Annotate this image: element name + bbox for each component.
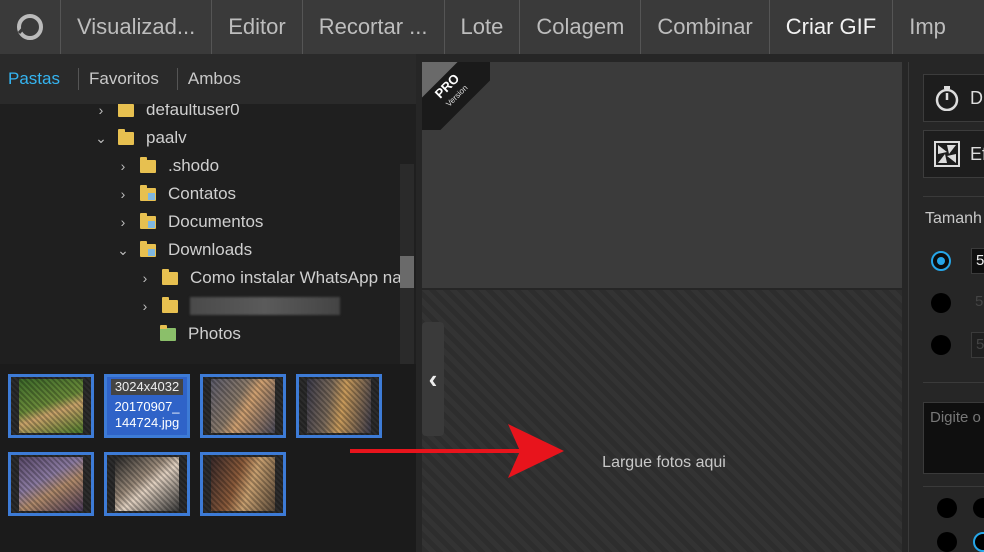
caption-text-input[interactable]: Digite o [923, 402, 984, 474]
tree-item-label: defaultuser0 [146, 104, 240, 119]
chevron-down-icon[interactable]: ⌄ [94, 130, 108, 147]
thumbnail[interactable] [8, 452, 94, 516]
effects-button-label: Ef [970, 143, 984, 164]
thumbnail-filename-1: 20170907_ [114, 399, 180, 414]
tree-item-label: Como instalar WhatsApp na [190, 268, 402, 287]
folder-icon [162, 268, 178, 285]
blurred-folder-name [190, 297, 340, 315]
app-window: Visualizad... Editor Recortar ... Lote C… [0, 0, 984, 552]
tree-item-documentos[interactable]: › Documentos [116, 208, 264, 236]
tree-item-paalv[interactable]: ⌄ paalv [94, 124, 187, 152]
duration-button-label: D [970, 87, 983, 108]
duration-button[interactable]: D [923, 74, 984, 122]
color-option-dot[interactable] [937, 498, 957, 518]
stopwatch-icon [935, 86, 959, 111]
tree-item-blurred[interactable]: › [138, 292, 340, 320]
size-option-radio-3[interactable] [931, 335, 951, 355]
tree-item-contatos[interactable]: › Contatos [116, 180, 236, 208]
folder-icon [118, 104, 134, 117]
right-settings-panel: D Ef Tamanh 5 5 5 Digite o [908, 62, 984, 552]
thumbnail[interactable] [104, 452, 190, 516]
chevron-right-icon[interactable]: › [116, 158, 130, 174]
tree-item-label: paalv [146, 128, 187, 147]
size-input-3[interactable]: 5 [971, 332, 984, 358]
divider [923, 382, 984, 383]
menu-colagem[interactable]: Colagem [519, 0, 640, 54]
drop-zone-text: Largue fotos aqui [602, 454, 726, 471]
size-label: Tamanh [925, 210, 982, 227]
folder-tabs: Pastas Favoritos Ambos [0, 54, 416, 104]
folder-icon [140, 156, 156, 173]
menu-editor[interactable]: Editor [211, 0, 301, 54]
menu-lote[interactable]: Lote [443, 0, 520, 54]
effects-button[interactable]: Ef [923, 130, 984, 178]
tree-item-downloads[interactable]: ⌄ Downloads [116, 236, 252, 264]
tree-item-label: .shodo [168, 156, 220, 175]
downloads-folder-icon [140, 240, 156, 257]
menu-recortar[interactable]: Recortar ... [301, 0, 444, 54]
tab-divider [77, 68, 79, 90]
folder-icon [162, 296, 178, 313]
size-input-2[interactable]: 5 [971, 290, 984, 316]
chevron-right-icon[interactable]: › [116, 186, 130, 202]
chevron-right-icon[interactable]: › [138, 270, 152, 286]
documents-folder-icon [140, 212, 156, 229]
thumbnail-dimensions: 3024x4032 [111, 379, 183, 395]
thumbnail[interactable] [200, 374, 286, 438]
pro-version-badge: PRO Version [422, 62, 490, 130]
color-option-dot-selected[interactable] [973, 532, 984, 552]
gif-preview-area [422, 62, 902, 288]
tree-item-whatsapp[interactable]: › Como instalar WhatsApp na [138, 264, 402, 292]
tree-item-shodo[interactable]: › .shodo [116, 152, 219, 180]
chevron-right-icon[interactable]: › [138, 298, 152, 314]
size-input-1[interactable]: 5 [971, 248, 984, 274]
tab-ambos[interactable]: Ambos [188, 69, 251, 89]
tab-divider [176, 68, 178, 90]
menu-visualizador[interactable]: Visualizad... [60, 0, 211, 54]
tree-item-defaultuser[interactable]: › defaultuser0 [94, 104, 240, 124]
divider [923, 486, 984, 487]
contacts-folder-icon [140, 184, 156, 201]
menu-imprimir[interactable]: Imp [892, 0, 962, 54]
collapse-panel-button[interactable]: ‹ [422, 322, 444, 436]
size-option-radio-1[interactable] [931, 251, 951, 271]
folder-icon [160, 324, 176, 341]
tree-item-label: Documentos [168, 212, 264, 231]
color-option-dot[interactable] [937, 532, 957, 552]
chevron-down-icon[interactable]: ⌄ [116, 242, 130, 259]
tab-pastas[interactable]: Pastas [8, 69, 70, 89]
folder-icon [118, 128, 134, 145]
chevron-right-icon[interactable]: › [116, 214, 130, 230]
divider [923, 196, 984, 197]
size-option-radio-2[interactable] [931, 293, 951, 313]
chevron-right-icon[interactable]: › [94, 104, 108, 118]
thumbnail[interactable] [200, 452, 286, 516]
tree-item-label: Contatos [168, 184, 237, 203]
thumbnail-info: 3024x4032 20170907_ 144724.jpg [107, 377, 187, 435]
menu-combinar[interactable]: Combinar [640, 0, 768, 54]
menu-criar-gif[interactable]: Criar GIF [768, 0, 892, 54]
thumbnail-filename-2: 144724.jpg [114, 415, 180, 430]
red-arrow-annotation [350, 424, 564, 478]
thumbnail[interactable] [8, 374, 94, 438]
tree-item-label: Downloads [168, 240, 253, 259]
tab-favoritos[interactable]: Favoritos [89, 69, 169, 89]
aperture-icon [934, 141, 960, 167]
tree-scrollbar-thumb[interactable] [400, 256, 414, 288]
color-option-dot[interactable] [973, 498, 984, 518]
top-menu-bar: Visualizad... Editor Recortar ... Lote C… [0, 0, 984, 54]
thumbnail-selected[interactable]: 3024x4032 20170907_ 144724.jpg [104, 374, 190, 438]
tree-item-photos[interactable]: Photos [160, 320, 241, 348]
app-logo-icon[interactable] [0, 0, 60, 54]
tree-item-label: Photos [188, 324, 241, 343]
chevron-left-icon: ‹ [428, 363, 438, 394]
